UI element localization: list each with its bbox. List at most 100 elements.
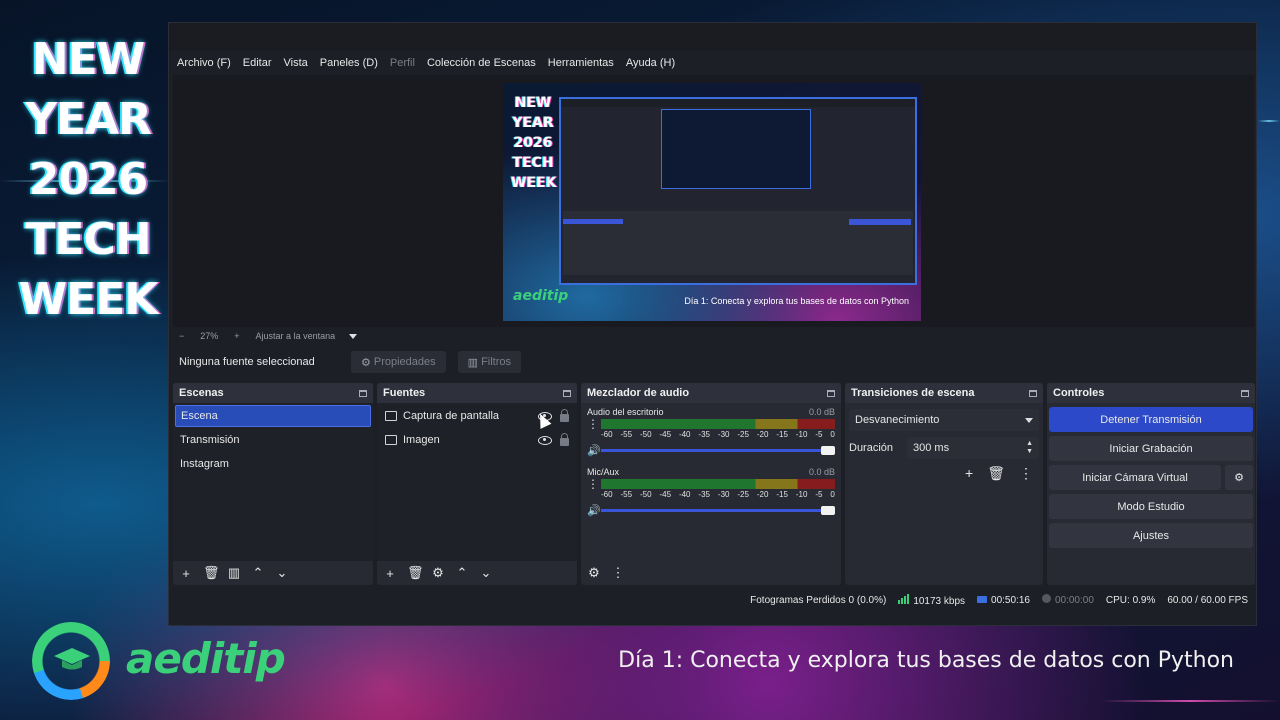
volume-slider[interactable] [601, 506, 835, 515]
gear-icon[interactable]: ⚙ [1225, 465, 1253, 490]
transitions-title: Transiciones de escena [851, 387, 975, 399]
background-streak [1100, 700, 1280, 702]
zoom-out-button[interactable]: − [179, 331, 184, 341]
nested-selected-scene [563, 219, 623, 224]
window-titlebar[interactable] [169, 23, 1256, 51]
menu-herramientas[interactable]: Herramientas [548, 57, 614, 69]
menu-ayuda[interactable]: Ayuda (H) [626, 57, 675, 69]
menu-perfil[interactable]: Perfil [390, 57, 415, 69]
mixer-channel-desktop: Audio del escritorio 0.0 dB ⋮ -60 -55 -50-… [581, 403, 841, 457]
scene-item-instagram[interactable]: Instagram [175, 453, 371, 475]
gear-icon: ⚙ [361, 356, 371, 369]
promo-title-line: WEEK [18, 274, 159, 325]
undock-icon[interactable] [563, 389, 571, 397]
zoom-in-button[interactable]: + [234, 331, 239, 341]
menu-editar[interactable]: Editar [243, 57, 272, 69]
volume-meter: -60 -55 -50 -45 -40 -35 -30 -25 -20 -15 -10 -5 0 [601, 479, 835, 499]
status-bar: Fotogramas Perdidos 0 (0.0%) 10173 kbps … [169, 589, 1258, 611]
menu-coleccion-escenas[interactable]: Colección de Escenas [427, 57, 536, 69]
mixer-title: Mezclador de audio [587, 387, 690, 399]
meter-scale: -60 -55 -50 -45 -40 -35 -30 -25 -20 -15 -10 -5 0 [601, 490, 835, 499]
transitions-dock-header: Transiciones de escena [845, 383, 1043, 403]
kebab-menu-icon[interactable]: ⋮ [611, 565, 625, 581]
promo-title: NEW YEAR 2026 TECH WEEK [18, 30, 159, 330]
trash-icon[interactable]: 🗑 [407, 565, 424, 581]
rec-time-status: 00:00:00 [1041, 594, 1094, 606]
gear-icon[interactable]: ⚙ [431, 565, 445, 581]
kebab-menu-icon[interactable]: ⋮ [587, 418, 601, 430]
filters-button[interactable]: ▥ Filtros [457, 351, 522, 373]
nested-preview [661, 109, 811, 189]
trash-icon[interactable]: 🗑 [203, 565, 220, 581]
scenes-toolbar: + 🗑 ▥ ⌃ ⌄ [173, 561, 373, 585]
scene-item-escena[interactable]: Escena [175, 405, 371, 427]
chevron-up-icon[interactable]: ⌃ [251, 565, 265, 581]
background-streak [1258, 120, 1280, 122]
advanced-audio-icon[interactable]: ⚙ [587, 565, 601, 581]
virtual-camera-row: Iniciar Cámara Virtual ⚙ [1049, 465, 1253, 490]
speaker-icon[interactable]: 🔊 [587, 504, 601, 517]
menu-archivo[interactable]: Archivo (F) [177, 57, 231, 69]
volume-meter: -60 -55 -50 -45 -40 -35 -30 -25 -20 -15 -10 -5 0 [601, 419, 835, 439]
scene-item-transmision[interactable]: Transmisión [175, 429, 371, 451]
studio-mode-button[interactable]: Modo Estudio [1049, 494, 1253, 519]
sources-toolbar: + 🗑 ⚙ ⌃ ⌄ [377, 561, 577, 585]
undock-icon[interactable] [359, 389, 367, 397]
chevron-down-icon[interactable]: ⌄ [479, 565, 493, 581]
channel-db: 0.0 dB [808, 467, 835, 477]
channel-name: Audio del escritorio [587, 407, 664, 417]
stream-time-status: 00:50:16 [977, 595, 1030, 606]
volume-slider[interactable] [601, 446, 835, 455]
eye-icon[interactable] [538, 435, 552, 445]
chevron-up-icon[interactable]: ⌃ [455, 565, 469, 581]
obs-window: Archivo (F) Editar Vista Paneles (D) Per… [168, 22, 1257, 626]
source-item-imagen[interactable]: Imagen [379, 429, 575, 451]
kebab-menu-icon[interactable]: ⋮ [1019, 465, 1033, 482]
speaker-icon[interactable]: 🔊 [587, 444, 601, 457]
plus-icon[interactable]: + [965, 465, 973, 482]
preview-area[interactable]: NEW YEAR 2026 TECH WEEK aeditip Día 1: C… [173, 75, 1254, 327]
plus-icon[interactable]: + [383, 566, 397, 581]
stop-stream-button[interactable]: Detener Transmisión [1049, 407, 1253, 432]
preview-title-line: TECH [512, 155, 554, 171]
chevron-down-icon[interactable] [349, 333, 358, 339]
signal-icon [898, 593, 910, 604]
filter-icon[interactable]: ▥ [227, 565, 241, 581]
undock-icon[interactable] [1241, 389, 1249, 397]
start-virtual-camera-button[interactable]: Iniciar Cámara Virtual [1049, 465, 1221, 490]
preview-canvas[interactable]: NEW YEAR 2026 TECH WEEK aeditip Día 1: C… [503, 83, 921, 321]
meter-bar [601, 479, 835, 489]
plus-icon[interactable]: + [179, 566, 193, 581]
preview-title-line: NEW [514, 95, 552, 111]
stream-icon [977, 595, 988, 603]
selected-source-label: Ninguna fuente seleccionad [179, 356, 315, 368]
kebab-menu-icon[interactable]: ⋮ [587, 478, 601, 490]
episode-caption: Día 1: Conecta y explora tus bases de da… [618, 648, 1234, 673]
transition-select[interactable]: Desvanecimiento [849, 409, 1039, 431]
promo-title-line: NEW [31, 34, 145, 85]
duration-input[interactable]: 300 ms ▲ ▼ [907, 437, 1039, 459]
undock-icon[interactable] [827, 389, 835, 397]
channel-db: 0.0 dB [808, 407, 835, 417]
chevron-down-icon[interactable]: ⌄ [275, 565, 289, 581]
mixer-toolbar: ⚙ ⋮ [581, 561, 841, 585]
undock-icon[interactable] [1029, 389, 1037, 397]
trash-icon[interactable]: 🗑 [987, 465, 1005, 482]
lock-icon[interactable] [560, 408, 569, 422]
logo-text: aeditip [126, 634, 286, 683]
monitor-icon [385, 411, 397, 421]
duration-label: Duración [849, 442, 894, 454]
lock-icon[interactable] [560, 432, 569, 446]
fit-to-window[interactable]: Ajustar a la ventana [256, 331, 336, 341]
menu-paneles[interactable]: Paneles (D) [320, 57, 378, 69]
fps-status: 60.00 / 60.00 FPS [1167, 594, 1248, 606]
menu-vista[interactable]: Vista [284, 57, 308, 69]
spin-arrows-icon[interactable]: ▲ ▼ [1026, 440, 1033, 456]
scenes-list: Escena Transmisión Instagram [173, 403, 373, 561]
start-recording-button[interactable]: Iniciar Grabación [1049, 436, 1253, 461]
preview-title-line: WEEK [511, 175, 557, 191]
properties-button[interactable]: ⚙ Propiedades [351, 351, 446, 373]
settings-button[interactable]: Ajustes [1049, 523, 1253, 548]
stream-time: 00:50:16 [991, 594, 1030, 606]
scenes-title: Escenas [179, 387, 224, 399]
